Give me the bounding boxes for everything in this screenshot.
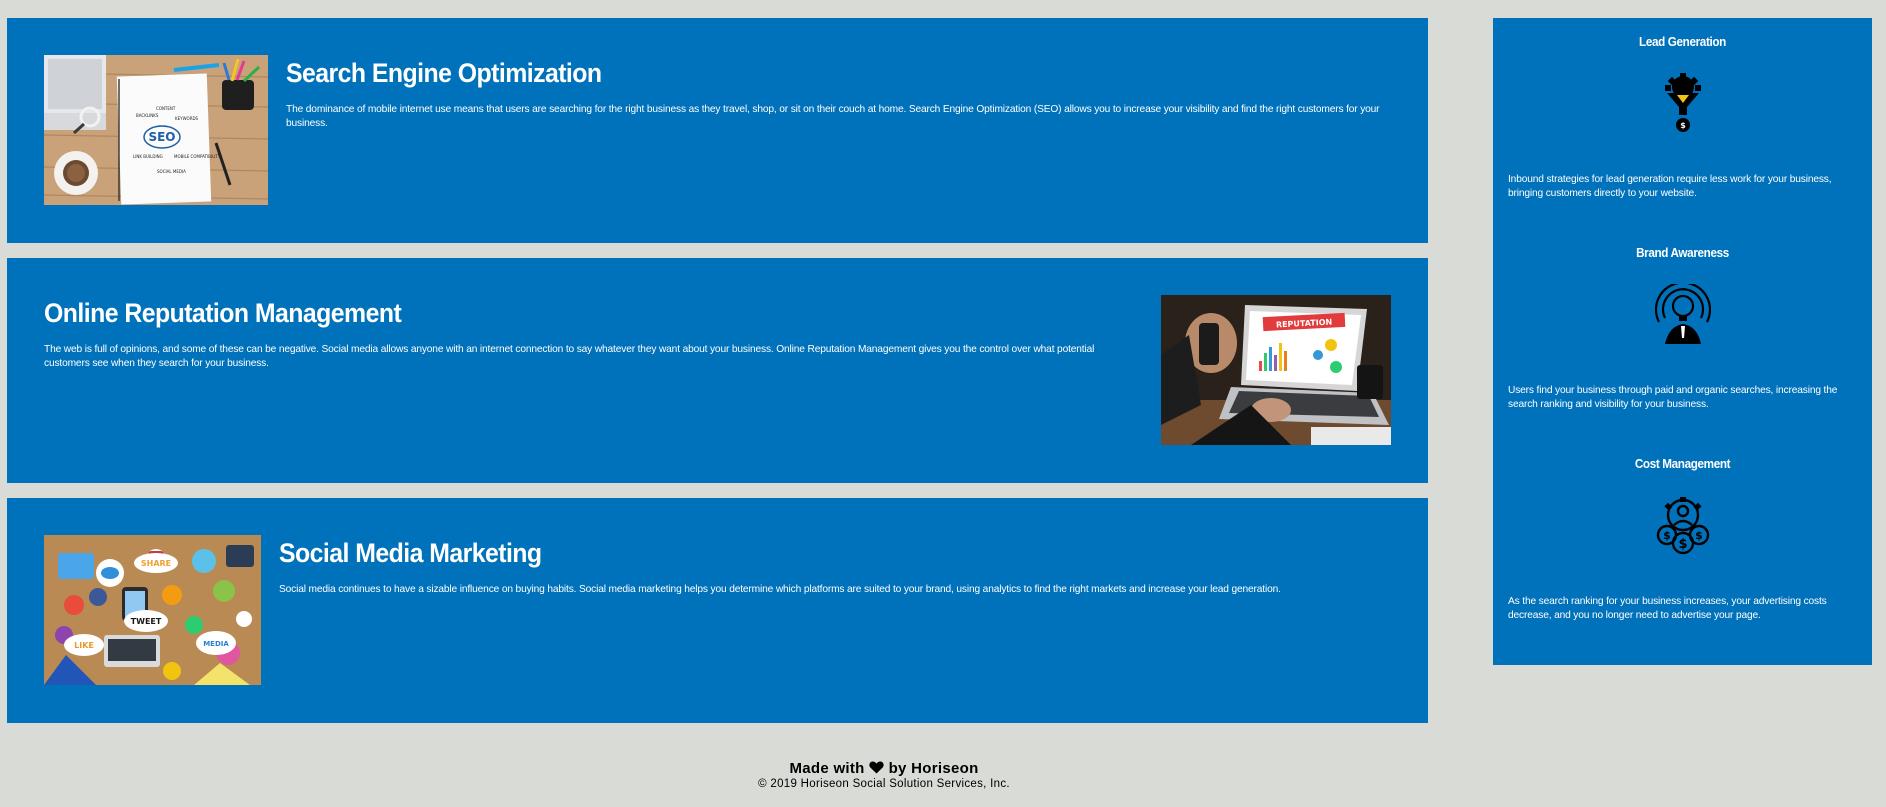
seo-description: The dominance of mobile internet use mea…: [286, 104, 1380, 129]
lead-generation-icon: $: [1664, 73, 1701, 132]
seo-word-4: LINK BUILDING: [133, 154, 163, 159]
seo-text: Search Engine Optimization The dominance…: [268, 55, 1391, 131]
social-bubble-media: MEDIA: [203, 640, 229, 648]
reputation-text: Online Reputation Management The web is …: [44, 295, 1161, 371]
social-media-text: Social Media Marketing Social media cont…: [261, 535, 1391, 597]
footer-made-with: Made with by Horiseon: [0, 760, 1827, 777]
seo-card: SEO CONTENT BACKLINKS KEYWORDS LINK BUIL…: [7, 18, 1428, 243]
cost-management-icon: $ $ $: [1656, 497, 1709, 555]
heart-icon: [869, 761, 884, 774]
benefit-description-lead-generation: Inbound strategies for lead generation r…: [1508, 174, 1832, 199]
svg-text:$: $: [1678, 537, 1687, 552]
social-bubble-tweet: TWEET: [131, 617, 162, 626]
benefit-title-brand-awareness: Brand Awareness: [1636, 245, 1729, 260]
footer-copyright: © 2019 Horiseon Social Solution Services…: [758, 778, 1010, 790]
brand-awareness-icon: [1654, 284, 1711, 344]
reputation-card: Online Reputation Management The web is …: [7, 258, 1428, 483]
seo-image: SEO CONTENT BACKLINKS KEYWORDS LINK BUIL…: [44, 55, 268, 205]
benefit-title-lead-generation: Lead Generation: [1639, 34, 1726, 49]
page: SEO CONTENT BACKLINKS KEYWORDS LINK BUIL…: [0, 0, 1886, 807]
reputation-description: The web is full of opinions, and some of…: [44, 344, 1095, 369]
seo-word-3: KEYWORDS: [175, 116, 199, 121]
benefit-cost-management: Cost Management $ $ $ As the search rank…: [1508, 456, 1857, 667]
svg-text:$: $: [1695, 529, 1703, 542]
social-bubble-like: LIKE: [74, 641, 94, 650]
social-media-description: Social media continues to have a sizable…: [279, 584, 1281, 595]
seo-word-5: MOBILE COMPATIBILITY: [174, 154, 221, 159]
benefit-brand-awareness: Brand Awareness Users find your business…: [1508, 245, 1857, 456]
social-media-card: SHARE TWEET LIKE MEDIA Social Media Mark…: [7, 498, 1428, 723]
social-bubble-share: SHARE: [141, 559, 171, 568]
social-media-image: SHARE TWEET LIKE MEDIA: [44, 535, 261, 685]
benefit-description-cost-management: As the search ranking for your business …: [1508, 596, 1827, 621]
seo-image-label: SEO: [148, 130, 175, 144]
footer-made-prefix: Made with: [789, 760, 865, 777]
seo-word-6: SOCIAL MEDIA: [157, 169, 186, 174]
benefits-sidebar: Lead Generation $ Inbound strategies for…: [1493, 18, 1872, 665]
footer: Made with by Horiseon © 2019 Horiseon So…: [0, 760, 1827, 790]
benefit-lead-generation: Lead Generation $ Inbound strategies for…: [1508, 34, 1857, 245]
services-section: SEO CONTENT BACKLINKS KEYWORDS LINK BUIL…: [7, 18, 1428, 738]
reputation-image: REPUTATION: [1161, 295, 1391, 445]
svg-text:$: $: [1680, 121, 1686, 130]
benefit-description-brand-awareness: Users find your business through paid an…: [1508, 385, 1838, 410]
seo-title: Search Engine Optimization: [286, 58, 602, 88]
footer-made-suffix: by Horiseon: [888, 760, 979, 777]
social-media-title: Social Media Marketing: [279, 538, 542, 568]
svg-text:$: $: [1663, 529, 1671, 542]
benefit-title-cost-management: Cost Management: [1634, 456, 1731, 471]
reputation-title: Online Reputation Management: [44, 298, 402, 328]
seo-word-1: CONTENT: [156, 106, 176, 111]
seo-word-2: BACKLINKS: [136, 113, 159, 118]
